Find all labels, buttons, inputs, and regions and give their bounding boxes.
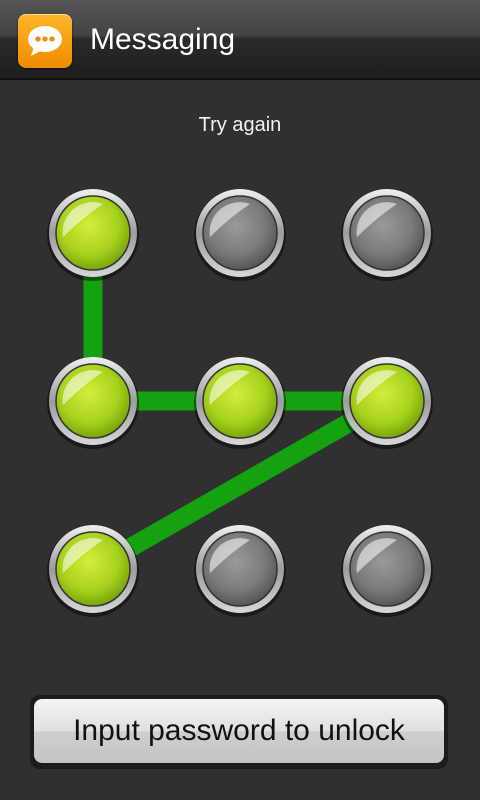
unlock-pattern-grid[interactable] xyxy=(0,0,480,800)
pattern-dot-1[interactable] xyxy=(47,189,139,281)
pattern-dot-9[interactable] xyxy=(341,525,433,617)
pattern-dot-4[interactable] xyxy=(47,357,139,449)
pattern-dot-8[interactable] xyxy=(194,525,286,617)
pattern-dots xyxy=(47,189,433,617)
pattern-dot-6[interactable] xyxy=(341,357,433,449)
pattern-dot-2[interactable] xyxy=(194,189,286,281)
pattern-dot-7[interactable] xyxy=(47,525,139,617)
pattern-dot-5[interactable] xyxy=(194,357,286,449)
pattern-dot-3[interactable] xyxy=(341,189,433,281)
lock-screen: Messaging Try again Input password to un… xyxy=(0,0,480,800)
input-password-button[interactable]: Input password to unlock xyxy=(34,699,444,763)
unlock-button-frame: Input password to unlock xyxy=(30,695,448,769)
